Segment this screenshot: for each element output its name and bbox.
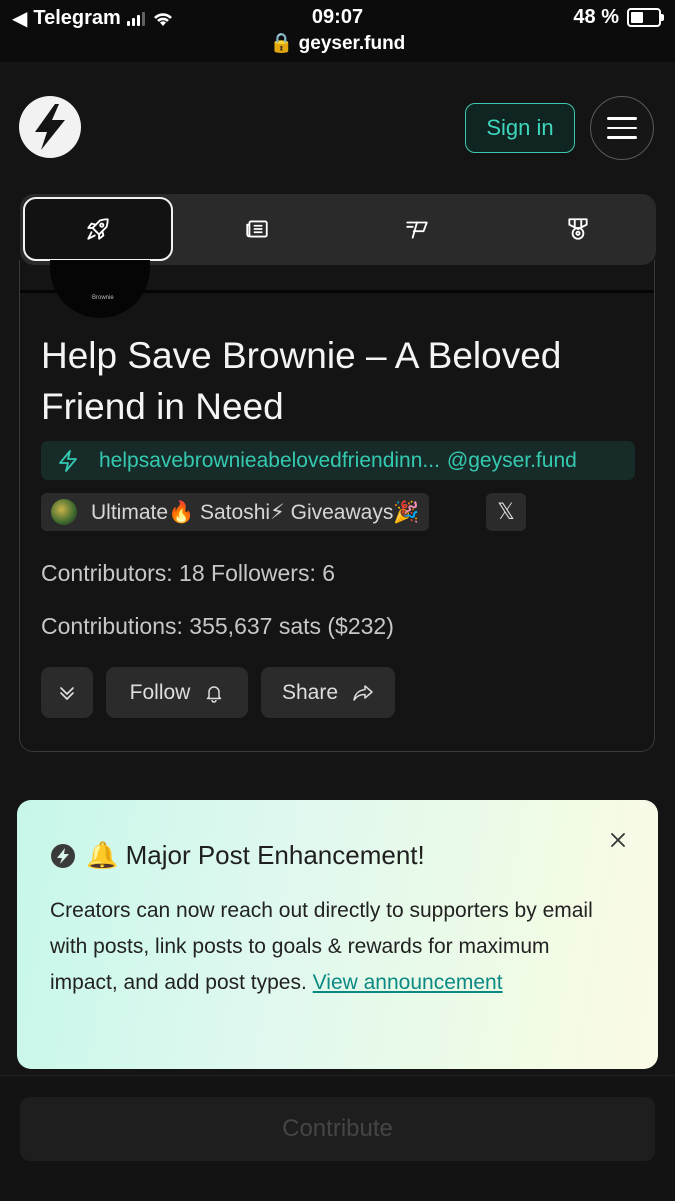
view-announcement-link[interactable]: View announcement	[313, 971, 503, 994]
news-icon	[246, 220, 268, 238]
x-social-link[interactable]: 𝕏	[486, 493, 526, 531]
lightning-logo-icon	[35, 104, 65, 150]
status-bar: ◀ Telegram 09:07 🔒 geyser.fund 48 %	[0, 0, 675, 62]
hamburger-menu-button[interactable]	[590, 96, 654, 160]
contributors-followers: Contributors: 18 Followers: 6	[41, 560, 336, 586]
lightning-address-domain: @geyser.fund	[446, 448, 577, 472]
tab-goals[interactable]	[342, 197, 492, 261]
project-title: Help Save Brownie – A Beloved Friend in …	[41, 335, 562, 427]
bottom-action-bar: Contribute	[0, 1075, 675, 1201]
announcement-title: 🔔 Major Post Enhancement!	[86, 840, 425, 870]
battery-status: 48 %	[573, 6, 664, 29]
flag-icon	[406, 221, 428, 239]
medal-icon	[568, 218, 588, 240]
url-bar[interactable]: 🔒 geyser.fund	[0, 31, 675, 55]
menu-line	[607, 117, 637, 120]
x-icon: 𝕏	[497, 499, 515, 524]
share-button[interactable]: Share	[261, 667, 395, 718]
tab-rewards[interactable]	[503, 197, 653, 261]
announcement-header: 🔔 Major Post Enhancement!	[50, 840, 425, 871]
geyser-logo-icon	[51, 843, 75, 868]
tab-project[interactable]	[23, 197, 173, 261]
geyser-logo[interactable]	[19, 96, 81, 158]
lightning-icon	[57, 449, 79, 473]
project-nav-tabs	[20, 194, 656, 265]
bell-icon	[207, 685, 222, 703]
battery-icon	[627, 8, 664, 27]
lightning-address-text: helpsavebrownieabelovedfriendinn...	[99, 448, 440, 472]
owner-chip[interactable]: Ultimate🔥 Satoshi⚡ Giveaways🎉	[41, 493, 430, 531]
menu-line	[607, 126, 637, 130]
chevrons-down-icon	[60, 686, 74, 700]
contributions-total: Contributions: 355,637 sats ($232)	[41, 613, 394, 639]
owner-name: Ultimate🔥 Satoshi⚡ Giveaways🎉	[91, 500, 420, 524]
follow-button[interactable]: Follow	[106, 667, 248, 718]
announcement-body: Creators can now reach out directly to s…	[50, 899, 593, 994]
tab-posts[interactable]	[182, 197, 332, 261]
lock-icon: 🔒	[269, 33, 294, 54]
announcement-banner: 🔔 Major Post Enhancement! Creators can n…	[17, 800, 658, 1069]
expand-button[interactable]	[41, 667, 93, 718]
share-icon	[353, 684, 373, 701]
rocket-icon	[87, 218, 109, 240]
close-icon[interactable]	[607, 829, 629, 851]
contribute-button[interactable]: Contribute	[20, 1097, 655, 1161]
project-card: Brownie Help Save Brownie – A Beloved Fr…	[19, 260, 655, 752]
menu-line	[607, 136, 637, 139]
sign-in-button[interactable]: Sign in	[465, 103, 575, 153]
lightning-address[interactable]: helpsavebrownieabelovedfriendinn... @gey…	[41, 441, 635, 480]
avatar	[51, 499, 77, 525]
project-thumbnail[interactable]: Brownie	[50, 260, 150, 318]
